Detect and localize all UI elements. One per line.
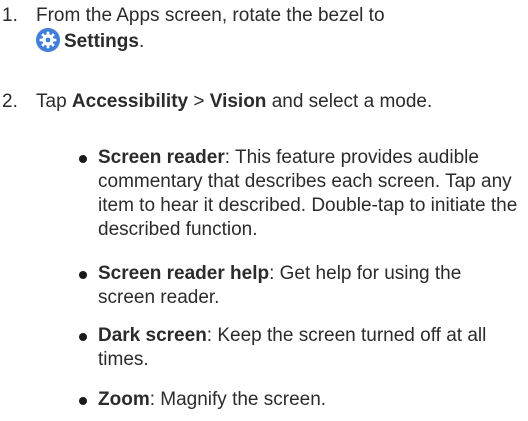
mode-item-text: Dark screen: Keep the screen turned off … bbox=[98, 324, 523, 372]
vision-term: Vision bbox=[209, 91, 267, 112]
settings-term: Settings bbox=[64, 31, 139, 52]
mode-term: Screen reader bbox=[98, 147, 225, 168]
mode-description: : Magnify the screen. bbox=[149, 389, 327, 410]
bullet-dot-icon bbox=[79, 397, 87, 405]
bullet-dot-icon bbox=[79, 271, 87, 279]
mode-term: Dark screen bbox=[98, 325, 207, 346]
mode-term: Screen reader help bbox=[98, 263, 270, 284]
accessibility-term: Accessibility bbox=[71, 91, 189, 112]
instruction-document: 1. From the Apps screen, rotate the beze… bbox=[0, 0, 528, 421]
step-1-text: From the Apps screen, rotate the bezel t… bbox=[36, 4, 516, 54]
step-2-text-before: Tap bbox=[36, 91, 72, 112]
menu-path-separator: > bbox=[188, 91, 210, 112]
bullet-dot-icon bbox=[79, 155, 87, 163]
step-2-text-after: and select a mode. bbox=[266, 91, 433, 112]
step-2-text: Tap Accessibility > Vision and select a … bbox=[36, 90, 516, 114]
mode-term: Zoom bbox=[98, 389, 150, 410]
bullet-dot-icon bbox=[79, 333, 87, 341]
mode-item-text: Screen reader: This feature provides aud… bbox=[98, 146, 523, 242]
step-1-text-before: From the Apps screen, rotate the bezel t… bbox=[36, 5, 385, 26]
step-1-text-after: . bbox=[138, 31, 145, 52]
mode-item-text: Zoom: Magnify the screen. bbox=[98, 388, 523, 412]
settings-gear-icon bbox=[36, 28, 60, 52]
step-2-number: 2. bbox=[2, 91, 18, 112]
step-1-number: 1. bbox=[2, 5, 18, 26]
mode-item-text: Screen reader help: Get help for using t… bbox=[98, 262, 523, 310]
